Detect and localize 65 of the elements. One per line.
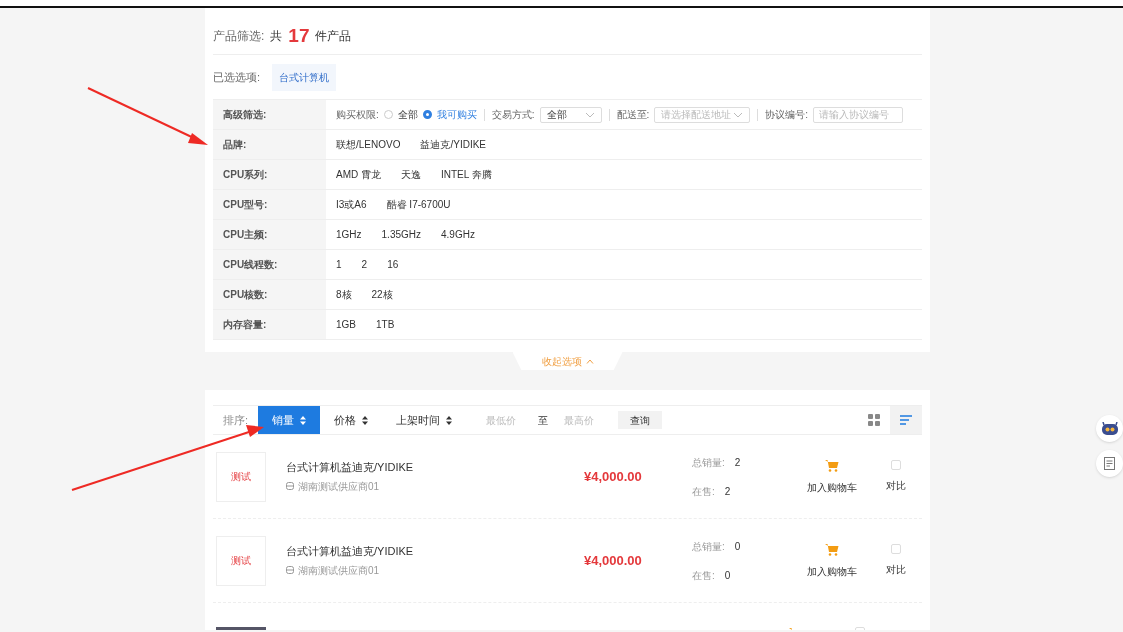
add-to-cart-link[interactable]: 加入购物车 <box>807 563 857 579</box>
product-price: ¥4,000.00 <box>584 467 643 486</box>
filter-label: 品牌: <box>213 130 326 159</box>
trade-dropdown[interactable]: 全部 <box>539 106 602 123</box>
count-prefix: 共 <box>270 28 283 45</box>
stock-label: 在售: <box>692 484 715 499</box>
field-label: 协议编号: <box>765 108 809 122</box>
filter-option[interactable]: I3或A6 <box>336 197 367 212</box>
agreement-input[interactable]: 请输入协议编号 <box>813 106 904 123</box>
product-image: 测试 <box>216 451 266 502</box>
total-value: 2 <box>734 455 741 470</box>
filter-tag[interactable]: 台式计算机 <box>272 63 337 91</box>
field-label: 购买权限: <box>336 108 379 122</box>
filter-label: 内存容量: <box>213 310 326 339</box>
field-label: 交易方式: <box>491 108 535 122</box>
min-price-input[interactable]: 最低价 <box>486 412 531 428</box>
product-image: 测试 <box>216 535 266 586</box>
sort-tab[interactable]: 上架时间 <box>382 406 467 434</box>
stock-label: 在售: <box>692 568 715 583</box>
filter-option[interactable]: 8核 <box>336 287 352 302</box>
sort-label: 排序: <box>222 412 250 428</box>
filter-label: CPU主频: <box>213 220 326 249</box>
filter-option[interactable]: 酷睿 I7-6700U <box>386 197 451 212</box>
radio-label: 全部 <box>397 108 418 122</box>
total-label: 总销量: <box>692 455 725 470</box>
filter-option[interactable]: 益迪克/YIDIKE <box>420 137 487 152</box>
compare-label: 对比 <box>886 563 906 577</box>
add-to-cart-link[interactable]: 加入购物车 <box>807 479 857 495</box>
product-title[interactable]: 台式计算机益迪克/YIDIKE <box>286 459 526 476</box>
filter-option[interactable]: 联想/LENOVO <box>336 137 401 152</box>
product-count: 17 <box>288 23 310 48</box>
filter-label: CPU核数: <box>213 280 326 309</box>
filter-option[interactable]: AMD 霄龙 <box>336 167 381 182</box>
max-price-input[interactable]: 最高价 <box>564 412 609 428</box>
sort-tab[interactable]: 价格 <box>320 406 383 434</box>
product-price: ¥4,000.00 <box>584 551 643 570</box>
filter-option[interactable]: 1GHz <box>336 227 362 242</box>
filter-option[interactable]: INTEL 奔腾 <box>441 167 492 182</box>
total-label: 总销量: <box>692 539 725 554</box>
filter-label: CPU型号: <box>213 190 326 219</box>
count-suffix: 件产品 <box>315 28 352 45</box>
sort-tab[interactable]: 销量 <box>258 406 321 434</box>
stock-value: 0 <box>724 568 731 583</box>
filter-option[interactable]: 1TB <box>376 317 395 332</box>
filter-option[interactable]: 16 <box>387 257 399 272</box>
range-separator: 至 <box>538 413 549 428</box>
filter-option[interactable]: 1 <box>336 257 342 272</box>
compare-label: 对比 <box>886 479 906 493</box>
filter-heading: 产品筛选: <box>213 28 265 45</box>
filter-option[interactable]: 1.35GHz <box>381 227 422 242</box>
selected-label: 已选选项: <box>213 69 261 85</box>
filter-option[interactable]: 天逸 <box>401 167 421 182</box>
filter-option[interactable]: 1GB <box>336 317 356 332</box>
filter-label: 高级筛选: <box>213 100 326 129</box>
filter-label: CPU线程数: <box>213 250 326 279</box>
total-value: 0 <box>734 539 741 554</box>
product-title[interactable]: 台式计算机益迪克/YIDIKE <box>286 543 526 560</box>
filter-option[interactable]: 22核 <box>371 287 393 302</box>
filter-option[interactable]: 4.9GHz <box>441 227 475 242</box>
radio-label: 我可购买 <box>436 108 477 122</box>
field-label: 配送至: <box>616 108 650 122</box>
filter-label: CPU系列: <box>213 160 326 189</box>
query-button[interactable]: 查询 <box>618 411 663 429</box>
filter-option[interactable]: 2 <box>361 257 368 272</box>
stock-value: 2 <box>724 484 731 499</box>
